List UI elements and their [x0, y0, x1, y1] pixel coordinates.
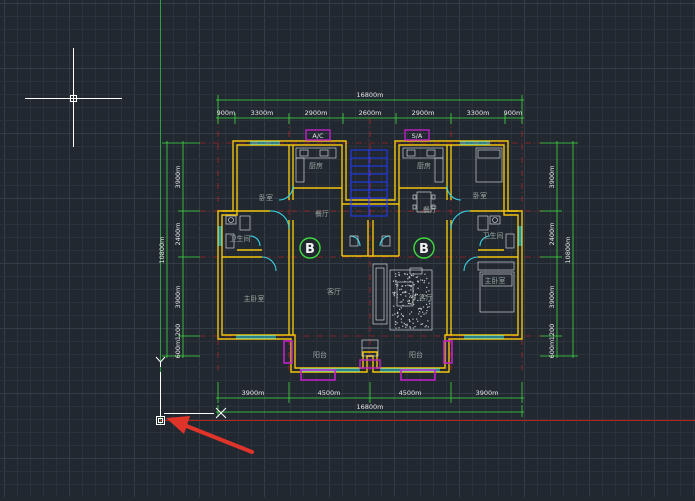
dim-right-overall: 10800m — [564, 236, 572, 263]
room-label-bedroom-right: 卧室 — [473, 191, 487, 200]
dim-top-overall: 16800m — [356, 91, 383, 99]
dim-left-4: 1200 — [174, 324, 182, 341]
dim-right-1: 3900m — [548, 166, 556, 189]
dim-bottom-4: 3900m — [476, 389, 499, 397]
axis-bubbles: B B — [299, 237, 435, 259]
dim-top-4: 2600m — [359, 109, 382, 117]
drawing-grid — [0, 0, 695, 497]
room-label-living-right: 客厅 — [419, 293, 433, 302]
dim-right-2: 2400m — [548, 223, 556, 246]
dim-left-1: 3900m — [174, 166, 182, 189]
dim-left-3: 3900m — [174, 286, 182, 309]
dim-bottom-3: 4500m — [399, 389, 422, 397]
room-label-bedroom-left: 卧室 — [259, 193, 273, 202]
room-label-dining-right: 餐厅 — [423, 205, 437, 214]
dim-bottom-1: 3900m — [242, 389, 265, 397]
dim-top-5: 2900m — [412, 109, 435, 117]
dim-left-overall: 10800m — [158, 236, 166, 263]
room-label-bath-left: 卫生间 — [230, 234, 251, 243]
room-label-living-left: 客厅 — [327, 287, 341, 296]
room-label-master-left: 主卧室 — [244, 294, 265, 303]
annotation-arrow — [166, 416, 254, 454]
axis-bubble-left: B — [305, 242, 315, 257]
dim-top-3: 2900m — [305, 109, 328, 117]
room-label-master-right: 主卧室 — [485, 276, 506, 285]
dim-top-1: 900m — [217, 109, 236, 117]
dim-right-4: 1200 — [548, 324, 556, 341]
room-label-balcony-left: 阳台 — [313, 350, 327, 359]
dim-top-6: 3300m — [467, 109, 490, 117]
dim-right-5: 600m — [548, 340, 556, 359]
dim-top-2: 3300m — [251, 109, 274, 117]
unit-tag-sa: S/A — [412, 132, 423, 140]
dim-left-2: 2400m — [174, 223, 182, 246]
room-label-bath-right: 卫生间 — [483, 231, 504, 240]
axis-bubble-right: B — [419, 242, 429, 257]
room-label-balcony-right: 阳台 — [409, 350, 423, 359]
unit-tag-ac: A/C — [312, 132, 324, 140]
dim-right-3: 3900m — [548, 286, 556, 309]
dim-top-7: 900m — [504, 109, 523, 117]
dim-bottom-overall: 16800m — [356, 403, 383, 411]
dim-bottom-2: 4500m — [318, 389, 341, 397]
room-label-kitchen-left: 厨房 — [309, 161, 323, 170]
dim-left-5: 600m — [174, 340, 182, 359]
crosshair-cursor — [25, 48, 122, 147]
room-label-kitchen-right: 厨房 — [417, 161, 431, 170]
room-label-dining-left: 餐厅 — [315, 209, 329, 218]
cad-model-space[interactable]: 16800m 900m 3300m 2900m 2600m 2900m 3300… — [0, 0, 695, 497]
